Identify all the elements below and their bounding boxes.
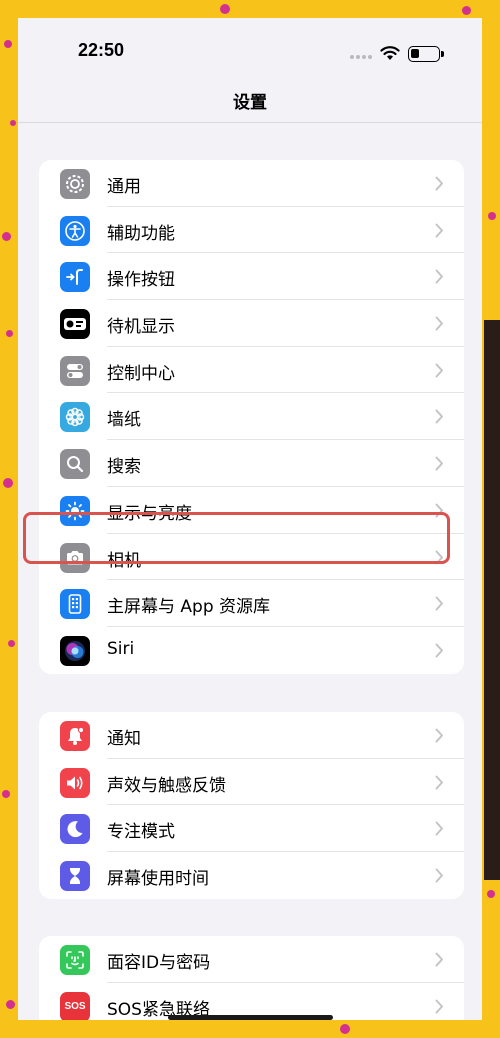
chevron-right-icon <box>435 176 443 191</box>
chevron-right-icon <box>435 999 443 1014</box>
settings-row-standby[interactable]: 待机显示 <box>39 300 464 347</box>
confetti-dot <box>4 40 12 48</box>
siri-icon <box>60 635 90 666</box>
confetti-dot <box>10 120 16 126</box>
settings-group-2: 通知 声效与触感反馈 专注模式 屏幕使用时间 <box>39 712 464 899</box>
confetti-dot <box>462 6 471 15</box>
background-photo-edge <box>484 320 500 880</box>
battery-icon <box>408 46 444 62</box>
flower-icon <box>60 402 90 433</box>
settings-group-3: 面容ID与密码 SOS SOS紧急联络 <box>39 936 464 1020</box>
row-label: 相机 <box>107 550 141 571</box>
settings-row-action-button[interactable]: 操作按钮 <box>39 253 464 301</box>
row-label: 通知 <box>107 729 141 749</box>
search-icon <box>60 449 90 480</box>
chevron-right-icon <box>435 868 443 883</box>
row-label: 辅助功能 <box>107 223 175 244</box>
home-grid-icon <box>60 589 90 620</box>
settings-row-wallpaper[interactable]: 墙纸 <box>39 393 464 441</box>
page-title: 设置 <box>233 93 267 113</box>
wifi-icon <box>380 46 400 60</box>
home-indicator[interactable] <box>168 1015 333 1020</box>
settings-row-home-screen[interactable]: 主屏幕与 App 资源库 <box>39 580 464 627</box>
row-label: 控制中心 <box>107 363 175 384</box>
confetti-dot <box>6 330 13 337</box>
confetti-dot <box>340 1024 350 1034</box>
camera-icon <box>60 542 90 573</box>
row-label: 操作按钮 <box>107 270 175 291</box>
chevron-right-icon <box>435 316 443 331</box>
status-bar: 22:50 <box>18 18 482 86</box>
chevron-right-icon <box>435 952 443 967</box>
row-label: 面容ID与密码 <box>107 953 211 973</box>
settings-row-accessibility[interactable]: 辅助功能 <box>39 207 464 254</box>
hourglass-icon <box>60 861 90 892</box>
cellular-signal-icon <box>350 55 374 59</box>
row-label: Siri <box>107 638 135 659</box>
confetti-dot <box>3 478 13 488</box>
chevron-right-icon <box>435 269 443 284</box>
row-label: 屏幕使用时间 <box>107 869 209 890</box>
settings-row-control-center[interactable]: 控制中心 <box>39 347 464 394</box>
status-time: 22:50 <box>78 40 125 60</box>
bell-icon <box>60 721 90 751</box>
nav-divider <box>18 122 482 123</box>
chevron-right-icon <box>435 643 443 658</box>
settings-row-face-id[interactable]: 面容ID与密码 <box>39 936 464 983</box>
row-label: 通用 <box>107 177 141 197</box>
gear-icon <box>60 169 90 199</box>
confetti-dot <box>6 1000 15 1009</box>
settings-row-siri[interactable]: Siri <box>39 627 464 674</box>
confetti-dot <box>8 640 15 647</box>
confetti-dot <box>220 4 230 14</box>
settings-row-general[interactable]: 通用 <box>39 160 464 207</box>
face-id-icon <box>60 945 90 975</box>
chevron-right-icon <box>435 728 443 743</box>
chevron-right-icon <box>435 223 443 238</box>
settings-row-screen-time[interactable]: 屏幕使用时间 <box>39 852 464 899</box>
settings-row-notifications[interactable]: 通知 <box>39 712 464 759</box>
action-button-icon <box>60 262 90 293</box>
row-label: 搜索 <box>107 457 141 478</box>
confetti-dot <box>2 232 11 241</box>
settings-group-1: 通用 辅助功能 操作按钮 待机显示 控制中心 墙纸 搜索 显示与亮度 相机 主屏… <box>39 160 464 674</box>
chevron-right-icon <box>435 456 443 471</box>
moon-icon <box>60 814 90 845</box>
confetti-dot <box>488 212 496 220</box>
speaker-icon <box>60 767 90 798</box>
settings-row-display[interactable]: 显示与亮度 <box>39 487 464 534</box>
phone-screen: 22:50 设置 通用 辅助功能 操作按钮 待机显示 控制中心 墙纸 搜索 显示… <box>18 18 482 1020</box>
sun-icon <box>60 495 90 526</box>
chevron-right-icon <box>435 821 443 836</box>
settings-row-search[interactable]: 搜索 <box>39 440 464 487</box>
chevron-right-icon <box>435 503 443 518</box>
row-label: 墙纸 <box>107 410 141 431</box>
settings-row-sounds[interactable]: 声效与触感反馈 <box>39 759 464 806</box>
row-label: 主屏幕与 App 资源库 <box>107 597 271 618</box>
row-label: 声效与触感反馈 <box>107 775 226 796</box>
chevron-right-icon <box>435 775 443 790</box>
chevron-right-icon <box>435 550 443 564</box>
chevron-right-icon <box>435 596 443 611</box>
sos-icon-text: SOS <box>64 1001 86 1013</box>
standby-icon <box>60 309 90 340</box>
settings-row-focus[interactable]: 专注模式 <box>39 805 464 853</box>
confetti-dot <box>487 890 495 898</box>
chevron-right-icon <box>435 363 443 378</box>
settings-row-camera[interactable]: 相机 <box>39 534 464 581</box>
sos-icon: SOS <box>60 991 90 1020</box>
row-label: 待机显示 <box>107 317 175 338</box>
confetti-dot <box>2 790 10 798</box>
switches-icon <box>60 355 90 386</box>
chevron-right-icon <box>435 409 443 424</box>
row-label: 专注模式 <box>107 822 175 843</box>
accessibility-icon <box>60 215 90 246</box>
row-label: 显示与亮度 <box>107 503 192 524</box>
